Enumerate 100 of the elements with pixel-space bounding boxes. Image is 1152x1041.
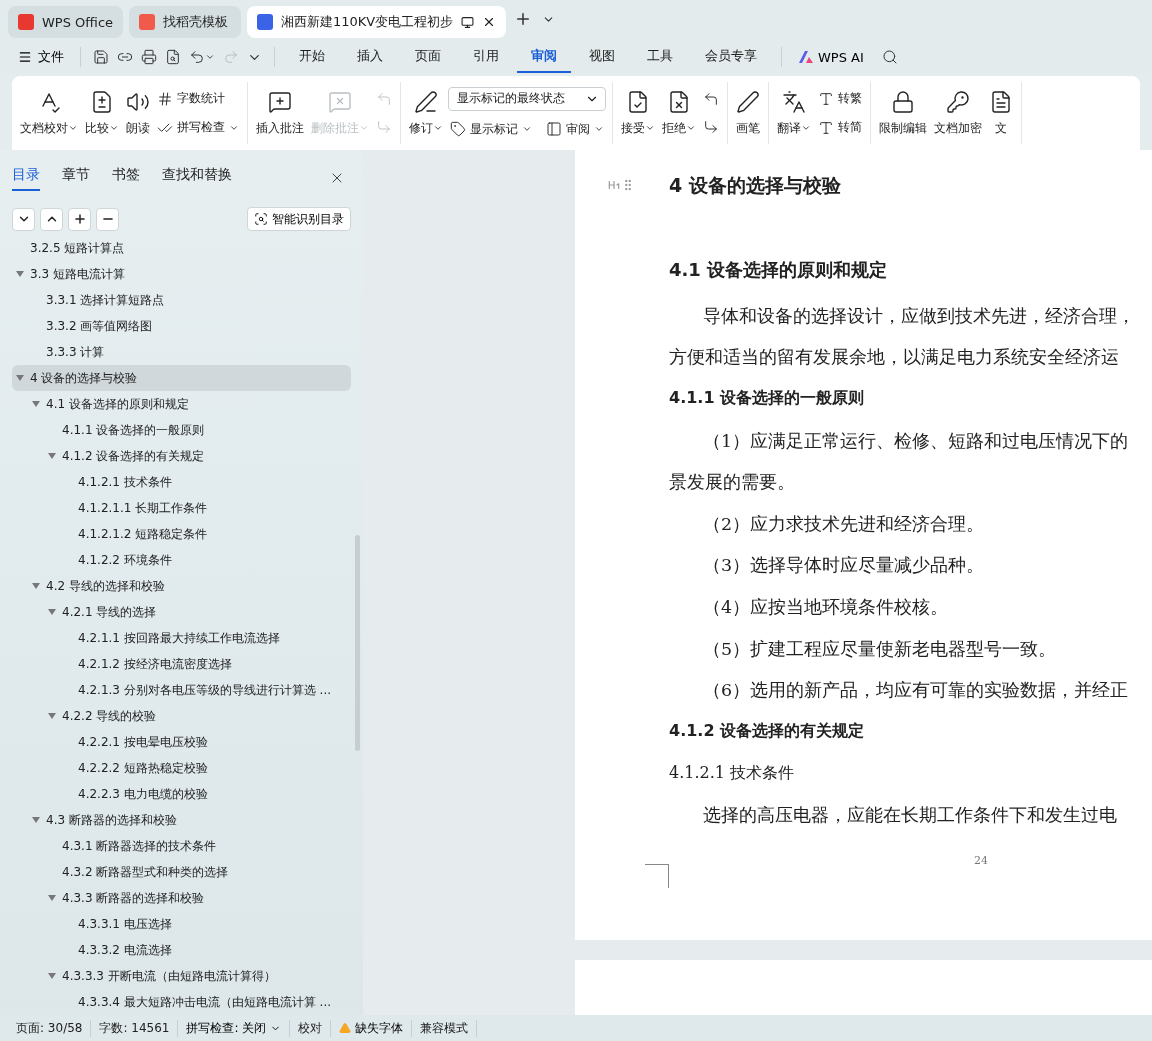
outline-item[interactable]: 4.1.2.2 环境条件: [12, 547, 351, 573]
outline-item[interactable]: 3.3.1 选择计算短路点: [12, 287, 351, 313]
ai-button[interactable]: WPS AI: [792, 48, 870, 66]
menu-tab[interactable]: 审阅: [517, 41, 571, 73]
collapse-button[interactable]: [12, 207, 35, 231]
ribbon-button[interactable]: 拒绝: [660, 87, 698, 139]
status-dropdown[interactable]: 拼写检查: 关闭: [178, 1019, 291, 1037]
menu-tab[interactable]: 会员专享: [691, 41, 771, 73]
ribbon-button[interactable]: 修订: [407, 87, 445, 139]
outline-item[interactable]: 4.3.3.4 最大短路冲击电流（由短路电流计算 ...: [12, 989, 351, 1015]
sidebar-tab[interactable]: 目录: [12, 164, 40, 191]
file-icon: [989, 89, 1013, 114]
ribbon-small-button[interactable]: 显示标记: [448, 118, 534, 140]
app-tab[interactable]: WPS Office: [8, 6, 124, 38]
scrollbar-thumb[interactable]: [355, 535, 360, 751]
status-text: 字数: 14561: [91, 1019, 179, 1037]
caret-icon: [359, 123, 369, 133]
paragraph-line: （2）应力求技术先进和经济合理。: [702, 512, 986, 536]
ribbon-button[interactable]: 限制编辑: [877, 87, 929, 139]
heading: 4.1.2.1 技术条件: [669, 761, 796, 784]
caret-icon: [594, 124, 604, 134]
outline-item[interactable]: 4.2.2.2 短路热稳定校验: [12, 755, 351, 781]
paragraph-line: （5）扩建工程应尽量使新老电器型号一致。: [702, 637, 1058, 661]
app-logo-icon: [139, 14, 156, 30]
ribbon-button[interactable]: 朗读: [124, 87, 152, 139]
sidebar-tab[interactable]: 书签: [112, 164, 140, 191]
ribbon-small-button[interactable]: 转简: [816, 117, 864, 138]
sidebar-tab[interactable]: 章节: [62, 164, 90, 191]
heading: 4.1.1 设备选择的一般原则: [669, 387, 866, 410]
app-tab[interactable]: 湘西新建110KV变电工程初步: [247, 6, 507, 38]
corner-arrow-icon: [376, 119, 392, 135]
outline-item[interactable]: 4.1 设备选择的原则和规定: [12, 391, 351, 417]
caret-icon: [522, 124, 532, 134]
heading: 4.1 设备选择的原则和规定: [669, 258, 889, 282]
ribbon-small-button[interactable]: 转繁: [816, 88, 864, 109]
outline-item[interactable]: 4 设备的选择与校验: [12, 365, 351, 391]
outline-item[interactable]: 4.2.1.1 按回路最大持续工作电流选择: [12, 625, 351, 651]
outline-item[interactable]: 4.3.3.3 开断电流（由短路电流计算得）: [12, 963, 351, 989]
ribbon-button[interactable]: 画笔: [734, 87, 762, 139]
outline-item[interactable]: 4.1.1 设备选择的一般原则: [12, 417, 351, 443]
save-icon: [93, 49, 109, 65]
outline-item[interactable]: 3.3 短路电流计算: [12, 261, 351, 287]
outline-item[interactable]: 4.3 断路器的选择和校验: [12, 807, 351, 833]
outline-item[interactable]: 4.1.2.1.1 长期工作条件: [12, 495, 351, 521]
outline-item[interactable]: 4.2.2.1 按电晕电压校验: [12, 729, 351, 755]
text-icon: [818, 119, 834, 136]
file-x-icon: [667, 89, 691, 114]
ribbon-small-button[interactable]: 审阅: [544, 118, 606, 140]
outline-item[interactable]: 4.2.1.3 分别对各电压等级的导线进行计算选 ...: [12, 677, 351, 703]
outline-item[interactable]: 4.3.2 断路器型式和种类的选择: [12, 859, 351, 885]
menu-tab[interactable]: 页面: [401, 41, 455, 73]
menu-tab[interactable]: 引用: [459, 41, 513, 73]
file-menu-button[interactable]: 文件: [12, 46, 70, 68]
menu-tab[interactable]: 工具: [633, 41, 687, 73]
outline-item[interactable]: 4.1.2.1 技术条件: [12, 469, 351, 495]
ribbon-small-button[interactable]: 字数统计: [155, 88, 241, 109]
status-warning-button[interactable]: 缺失字体: [331, 1019, 413, 1037]
warning-icon: [339, 1022, 352, 1034]
outline-item[interactable]: 4.1.2.1.2 短路稳定条件: [12, 521, 351, 547]
ribbon-button[interactable]: 接受: [619, 87, 657, 139]
outline-item[interactable]: 4.3.3.2 电流选择: [12, 937, 351, 963]
outline-item[interactable]: 3.3.3 计算: [12, 339, 351, 365]
menu-tab[interactable]: 插入: [343, 41, 397, 73]
corner-arrow-icon: [703, 119, 719, 135]
markup-dropdown[interactable]: 显示标记的最终状态: [448, 86, 606, 111]
expand-button[interactable]: [40, 207, 63, 231]
outline-item[interactable]: 4.2.2 导线的校验: [12, 703, 351, 729]
outline-item[interactable]: 4.3.3.1 电压选择: [12, 911, 351, 937]
add-button[interactable]: [68, 207, 91, 231]
outline-item[interactable]: 4.2.1 导线的选择: [12, 599, 351, 625]
outline-item[interactable]: 4.2.2.3 电力电缆的校验: [12, 781, 351, 807]
save-button[interactable]: [91, 47, 111, 67]
corner-arrow-icon: [376, 91, 392, 107]
app-tab[interactable]: 找稻壳模板: [129, 6, 242, 38]
smart-toc-button[interactable]: 智能识别目录: [247, 207, 351, 231]
file-check-icon: [626, 89, 650, 114]
ribbon-button[interactable]: 文: [987, 87, 1015, 139]
outline-item[interactable]: 4.1.2 设备选择的有关规定: [12, 443, 351, 469]
outline-item[interactable]: 3.3.2 画等值网络图: [12, 313, 351, 339]
outline-item[interactable]: 4.3.1 断路器选择的技术条件: [12, 833, 351, 859]
sidebar-tab[interactable]: 查找和替换: [162, 164, 232, 191]
caret-icon: [645, 123, 655, 133]
menu-tab[interactable]: 开始: [285, 41, 339, 73]
outline-item[interactable]: 4.3.3 断路器的选择和校验: [12, 885, 351, 911]
ribbon-button[interactable]: 文档加密: [932, 87, 984, 139]
paragraph-line: 导体和设备的选择设计，应做到技术先进，经济合理，: [702, 304, 1136, 328]
ribbon-button[interactable]: 文档校对: [18, 87, 80, 139]
ribbon-button[interactable]: 插入批注: [254, 87, 306, 139]
print-button[interactable]: [139, 47, 159, 67]
menu-tab[interactable]: 视图: [575, 41, 629, 73]
ribbon-small-button[interactable]: 拼写检查: [155, 117, 241, 138]
outline-item[interactable]: 3.2.5 短路计算点: [12, 235, 351, 261]
comment-plus-icon: [268, 89, 292, 114]
outline-item[interactable]: 4.2.1.2 按经济电流密度选择: [12, 651, 351, 677]
ribbon-button[interactable]: 翻译: [775, 87, 813, 139]
status-text: 兼容模式: [412, 1019, 478, 1037]
outline-item[interactable]: 4.2 导线的选择和校验: [12, 573, 351, 599]
panel-icon: [546, 121, 562, 137]
ribbon-button[interactable]: 比较: [83, 87, 121, 139]
remove-button[interactable]: [96, 207, 119, 231]
